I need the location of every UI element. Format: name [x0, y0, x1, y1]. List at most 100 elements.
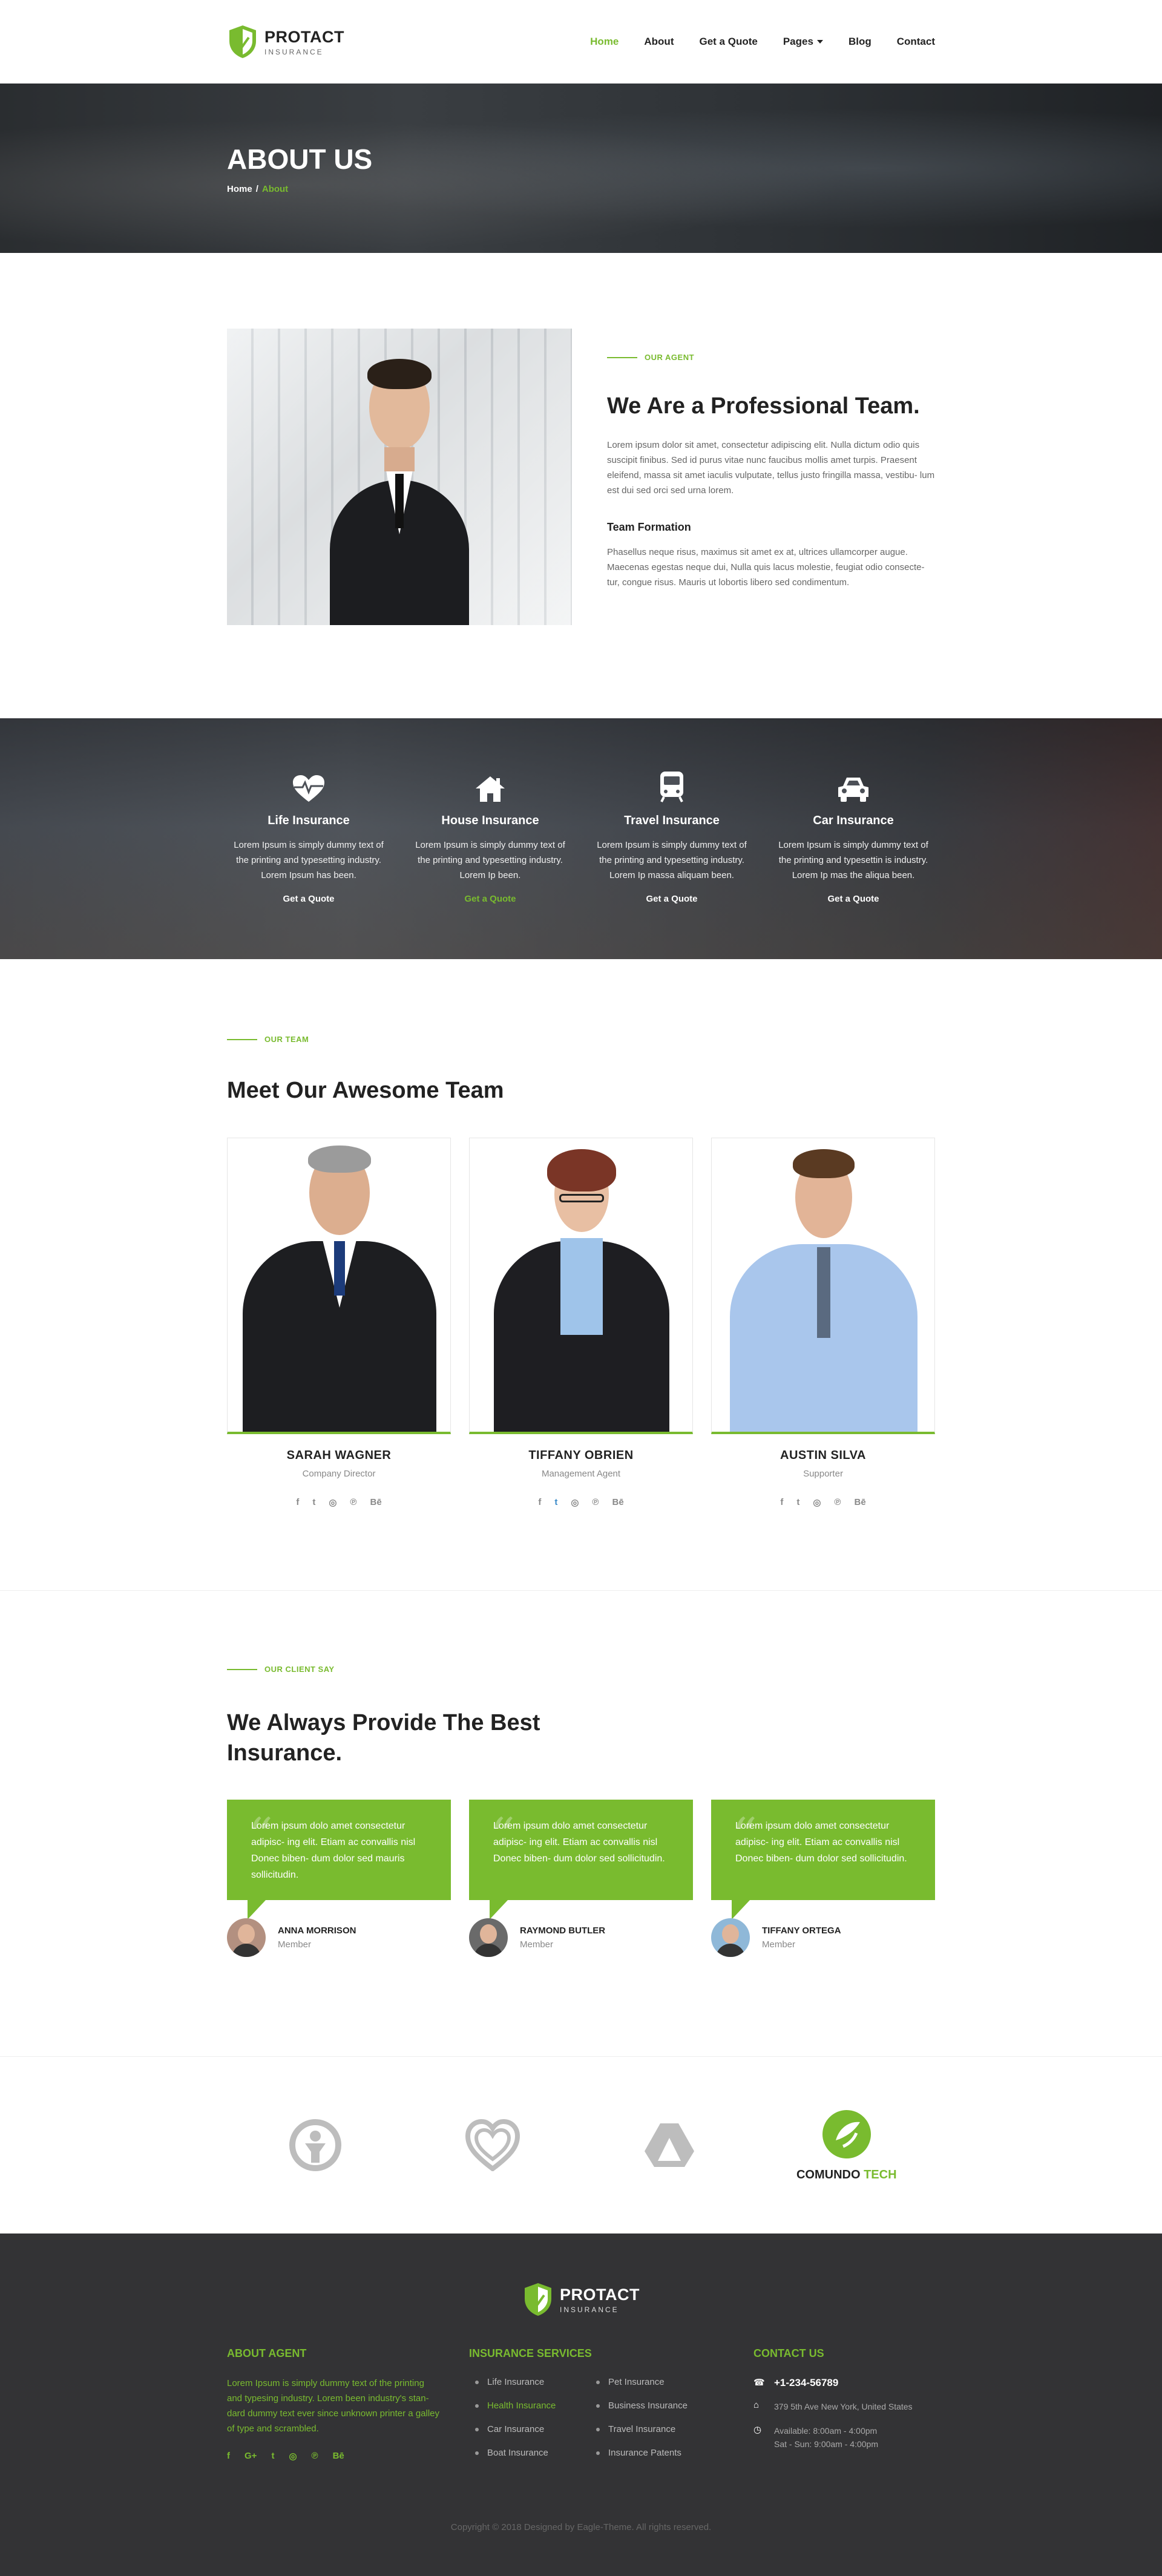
member-social: f t ◎ ℗ Bē [469, 1497, 693, 1508]
member-name: TIFFANY OBRIEN [528, 1449, 634, 1462]
chevron-down-icon [816, 40, 823, 44]
twitter-icon[interactable]: t [796, 1497, 799, 1508]
footer-contact-title: CONTACT US [753, 2347, 824, 2359]
author-role: Member [278, 1939, 312, 1950]
partner-name-b: TECH [864, 2168, 897, 2181]
breadcrumb: Home / About [227, 184, 935, 194]
contact-hours-weekday: Available: 8:00am - 4:00pm [774, 2426, 878, 2436]
footer-about-title: ABOUT AGENT [227, 2347, 307, 2359]
footer-about-text: Lorem Ipsum is simply dummy text of the … [227, 2378, 440, 2434]
nav-home[interactable]: Home [590, 36, 619, 48]
partner-logo[interactable] [255, 2118, 376, 2172]
testimonial-text: Lorem ipsum dolo amet consectetur adipis… [251, 1821, 416, 1880]
partner-logo-comundo[interactable]: COMUNDO TECH [786, 2109, 907, 2182]
about-section: OUR AGENT We Are a Professional Team. Lo… [0, 253, 1162, 718]
team-section: OUR TEAM Meet Our Awesome Team SARAH WAG… [0, 959, 1162, 1591]
member-name: SARAH WAGNER [286, 1449, 392, 1462]
team-member: TIFFANY OBRIEN Management Agent f t ◎ ℗ … [469, 1138, 693, 1508]
service-text: Lorem Ipsum is simply dummy text of the … [778, 840, 928, 880]
behance-icon[interactable]: Bē [370, 1497, 381, 1508]
twitter-icon[interactable]: t [312, 1497, 315, 1508]
pinterest-icon[interactable]: ℗ [350, 1497, 356, 1508]
arch-icon [645, 2123, 695, 2167]
about-paragraph-2: Phasellus neque risus, maximus sit amet … [607, 547, 925, 588]
section-tag: OUR CLIENT SAY [227, 1665, 935, 1674]
footer-link[interactable]: Boat Insurance [469, 2448, 590, 2458]
people-ring-icon [289, 2119, 342, 2171]
section-tag: OUR TEAM [227, 1035, 935, 1044]
footer-link[interactable]: Travel Insurance [590, 2424, 711, 2434]
member-name: AUSTIN SILVA [780, 1449, 866, 1462]
leaf-logo-icon [822, 2109, 871, 2158]
footer-link[interactable]: Insurance Patents [590, 2448, 711, 2458]
nav-about[interactable]: About [644, 36, 674, 48]
clock-icon: ◷ [753, 2425, 762, 2435]
breadcrumb-current: About [261, 183, 289, 194]
get-quote-link[interactable]: Get a Quote [827, 894, 879, 904]
pinterest-icon[interactable]: ℗ [592, 1497, 599, 1508]
service-life: Life Insurance Lorem Ipsum is simply dum… [227, 773, 390, 905]
contact-hours-weekend: Sat - Sun: 9:00am - 4:00pm [774, 2439, 878, 2449]
footer-link[interactable]: Pet Insurance [590, 2377, 711, 2387]
heart-icon [465, 2119, 520, 2171]
service-text: Lorem Ipsum is simply dummy text of the … [415, 840, 565, 880]
about-heading: We Are a Professional Team. [607, 393, 920, 419]
team-member: SARAH WAGNER Company Director f t ◎ ℗ Bē [227, 1138, 451, 1508]
behance-icon[interactable]: Bē [333, 2451, 344, 2462]
footer-link[interactable]: Life Insurance [469, 2377, 590, 2387]
avatar [469, 1918, 508, 1957]
footer-services-title: INSURANCE SERVICES [469, 2347, 592, 2359]
partner-logo[interactable] [609, 2121, 730, 2169]
train-icon [660, 772, 683, 802]
testimonial-card: “Lorem ipsum dolo amet consectetur adipi… [711, 1800, 935, 1957]
get-quote-link[interactable]: Get a Quote [464, 894, 516, 904]
get-quote-link[interactable]: Get a Quote [646, 894, 697, 904]
insurance-links: Life Insurance Pet Insurance Health Insu… [469, 2377, 753, 2458]
nav-get-a-quote[interactable]: Get a Quote [699, 36, 757, 48]
behance-icon[interactable]: Bē [612, 1497, 623, 1508]
nav-blog[interactable]: Blog [849, 36, 872, 48]
member-photo [711, 1138, 935, 1434]
get-quote-link[interactable]: Get a Quote [283, 894, 334, 904]
nav-contact[interactable]: Contact [897, 36, 935, 48]
instagram-icon[interactable]: ◎ [289, 2451, 297, 2462]
service-title: Car Insurance [813, 814, 894, 827]
partner-logo[interactable] [432, 2119, 553, 2171]
pinterest-icon[interactable]: ℗ [834, 1497, 841, 1508]
instagram-icon[interactable]: ◎ [329, 1497, 336, 1508]
breadcrumb-home[interactable]: Home [227, 184, 252, 194]
brand-logo[interactable]: PROTACT INSURANCE [227, 24, 344, 59]
home-icon: ⌂ [753, 2400, 760, 2410]
heartbeat-icon [293, 775, 324, 802]
page-hero: ABOUT US Home / About [0, 84, 1162, 253]
brand-name: PROTACT [264, 27, 344, 46]
facebook-icon[interactable]: f [227, 2451, 230, 2462]
footer-link[interactable]: Car Insurance [469, 2424, 590, 2434]
footer-link[interactable]: Health Insurance [469, 2401, 590, 2411]
services-section: Life Insurance Lorem Ipsum is simply dum… [0, 718, 1162, 959]
nav-pages[interactable]: Pages [783, 36, 823, 48]
instagram-icon[interactable]: ◎ [813, 1497, 821, 1508]
twitter-icon[interactable]: t [554, 1497, 557, 1508]
site-header: PROTACT INSURANCE Home About Get a Quote… [0, 0, 1162, 84]
google-plus-icon[interactable]: G+ [245, 2451, 257, 2462]
pinterest-icon[interactable]: ℗ [312, 2451, 318, 2462]
member-role: Management Agent [541, 1469, 621, 1479]
twitter-icon[interactable]: t [271, 2451, 274, 2462]
behance-icon[interactable]: Bē [854, 1497, 865, 1508]
avatar [711, 1918, 750, 1957]
footer-link[interactable]: Business Insurance [590, 2401, 711, 2411]
team-member: AUSTIN SILVA Supporter f t ◎ ℗ Bē [711, 1138, 935, 1508]
facebook-icon[interactable]: f [538, 1497, 541, 1508]
facebook-icon[interactable]: f [780, 1497, 783, 1508]
service-title: Travel Insurance [624, 814, 720, 827]
contact-hours: Available: 8:00am - 4:00pm Sat - Sun: 9:0… [774, 2424, 878, 2451]
member-photo [469, 1138, 693, 1434]
instagram-icon[interactable]: ◎ [571, 1497, 579, 1508]
phone-icon: ☎ [753, 2378, 765, 2388]
contact-phone[interactable]: +1-234-56789 [774, 2377, 838, 2389]
footer-logo[interactable]: PROTACT INSURANCE [227, 2282, 935, 2317]
author-name: RAYMOND BUTLER [520, 1925, 606, 1936]
facebook-icon[interactable]: f [296, 1497, 299, 1508]
member-social: f t ◎ ℗ Bē [227, 1497, 451, 1508]
